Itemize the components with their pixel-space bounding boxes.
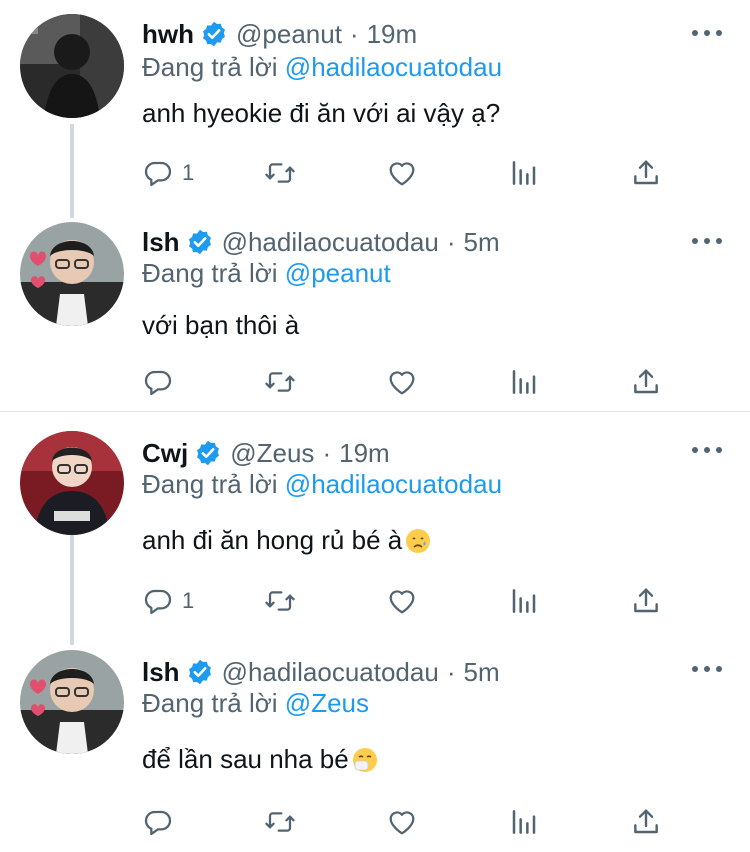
tweet-separator: [0, 411, 750, 412]
tweet-text: anh đi ăn hong rủ bé à: [142, 525, 403, 555]
replying-to-label: Đang trả lời: [142, 688, 278, 718]
like-icon: [386, 806, 418, 838]
tweet[interactable]: lsh @hadilaocuatodau · 5m Đang trả lời @…: [0, 210, 750, 411]
reply-mention[interactable]: @hadilaocuatodau: [285, 52, 502, 82]
tweet-text: anh hyeokie đi ăn với ai vậy ạ?: [142, 98, 501, 128]
share-icon: [630, 585, 662, 617]
timestamp[interactable]: 19m: [367, 19, 418, 50]
analytics-button[interactable]: [508, 153, 540, 193]
display-name[interactable]: lsh: [142, 227, 180, 258]
share-icon: [630, 806, 662, 838]
tweet-text: với bạn thôi à: [142, 310, 300, 340]
like-button[interactable]: [386, 802, 418, 842]
replying-to: Đang trả lời @Zeus: [142, 688, 369, 719]
like-icon: [386, 366, 418, 398]
tweet[interactable]: hwh @peanut · 19m Đang trả lời @hadilaoc…: [0, 0, 750, 210]
analytics-icon: [508, 806, 540, 838]
tweet-actions: [142, 802, 672, 842]
tweet-actions: 1: [142, 581, 672, 621]
reply-icon: [142, 806, 174, 838]
retweet-button[interactable]: [264, 153, 296, 193]
analytics-icon: [508, 157, 540, 189]
tweet[interactable]: lsh @hadilaocuatodau · 5m Đang trả lời @…: [0, 640, 750, 852]
tweet-text: để lần sau nha bé: [142, 744, 349, 774]
verified-badge-icon: [194, 439, 222, 467]
separator-dot: ·: [446, 226, 456, 257]
username[interactable]: @peanut: [236, 19, 342, 50]
separator-dot: ·: [349, 18, 359, 49]
tweet-text-row: để lần sau nha bé: [142, 744, 379, 775]
verified-badge-icon: [186, 658, 214, 686]
share-button[interactable]: [630, 802, 662, 842]
replying-to-label: Đang trả lời: [142, 469, 278, 499]
tweet-actions: [142, 362, 672, 402]
like-icon: [386, 157, 418, 189]
analytics-icon: [508, 366, 540, 398]
replying-to-label: Đang trả lời: [142, 258, 278, 288]
reply-icon: [142, 366, 174, 398]
tweet-actions: 1: [142, 153, 672, 193]
retweet-button[interactable]: [264, 802, 296, 842]
reply-count: 1: [182, 588, 195, 613]
avatar[interactable]: [20, 222, 124, 326]
reply-button[interactable]: 1: [142, 153, 194, 193]
replying-to: Đang trả lời @peanut: [142, 258, 391, 289]
timestamp[interactable]: 19m: [339, 438, 390, 469]
more-icon[interactable]: [692, 666, 722, 676]
replying-to: Đang trả lời @hadilaocuatodau: [142, 52, 502, 83]
analytics-button[interactable]: [508, 581, 540, 621]
like-button[interactable]: [386, 362, 418, 402]
retweet-icon: [264, 366, 296, 398]
reply-mention[interactable]: @Zeus: [285, 688, 369, 718]
analytics-button[interactable]: [508, 802, 540, 842]
share-icon: [630, 157, 662, 189]
display-name[interactable]: hwh: [142, 19, 194, 50]
reply-count: 1: [182, 160, 195, 185]
analytics-button[interactable]: [508, 362, 540, 402]
like-icon: [386, 585, 418, 617]
display-name[interactable]: lsh: [142, 657, 180, 688]
more-icon[interactable]: [692, 447, 722, 457]
separator-dot: ·: [322, 437, 332, 468]
share-button[interactable]: [630, 362, 662, 402]
verified-badge-icon: [200, 20, 228, 48]
verified-badge-icon: [186, 228, 214, 256]
like-button[interactable]: [386, 153, 418, 193]
reply-mention[interactable]: @peanut: [285, 258, 391, 288]
timestamp[interactable]: 5m: [463, 657, 499, 688]
more-icon[interactable]: [692, 30, 722, 40]
retweet-icon: [264, 157, 296, 189]
timestamp[interactable]: 5m: [463, 227, 499, 258]
avatar[interactable]: [20, 14, 124, 118]
display-name[interactable]: Cwj: [142, 438, 188, 469]
reply-button[interactable]: [142, 802, 182, 842]
retweet-icon: [264, 585, 296, 617]
tweet[interactable]: Cwj @Zeus · 19m Đang trả lời @hadilaocua…: [0, 421, 750, 640]
reply-icon: [142, 157, 174, 189]
reply-icon: [142, 585, 174, 617]
sneezing-face-emoji-icon: [352, 747, 377, 772]
username[interactable]: @hadilaocuatodau: [222, 657, 439, 688]
username[interactable]: @hadilaocuatodau: [222, 227, 439, 258]
retweet-icon: [264, 806, 296, 838]
share-button[interactable]: [630, 581, 662, 621]
reply-mention[interactable]: @hadilaocuatodau: [285, 469, 502, 499]
analytics-icon: [508, 585, 540, 617]
username[interactable]: @Zeus: [230, 438, 314, 469]
separator-dot: ·: [446, 656, 456, 687]
like-button[interactable]: [386, 581, 418, 621]
replying-to: Đang trả lời @hadilaocuatodau: [142, 469, 502, 500]
retweet-button[interactable]: [264, 581, 296, 621]
tweet-text-row: anh đi ăn hong rủ bé à: [142, 525, 432, 556]
reply-button[interactable]: 1: [142, 581, 194, 621]
share-icon: [630, 366, 662, 398]
retweet-button[interactable]: [264, 362, 296, 402]
crying-face-emoji-icon: [406, 528, 431, 553]
avatar[interactable]: [20, 431, 124, 535]
share-button[interactable]: [630, 153, 662, 193]
replying-to-label: Đang trả lời: [142, 52, 278, 82]
reply-button[interactable]: [142, 362, 182, 402]
avatar[interactable]: [20, 650, 124, 754]
more-icon[interactable]: [692, 238, 722, 248]
